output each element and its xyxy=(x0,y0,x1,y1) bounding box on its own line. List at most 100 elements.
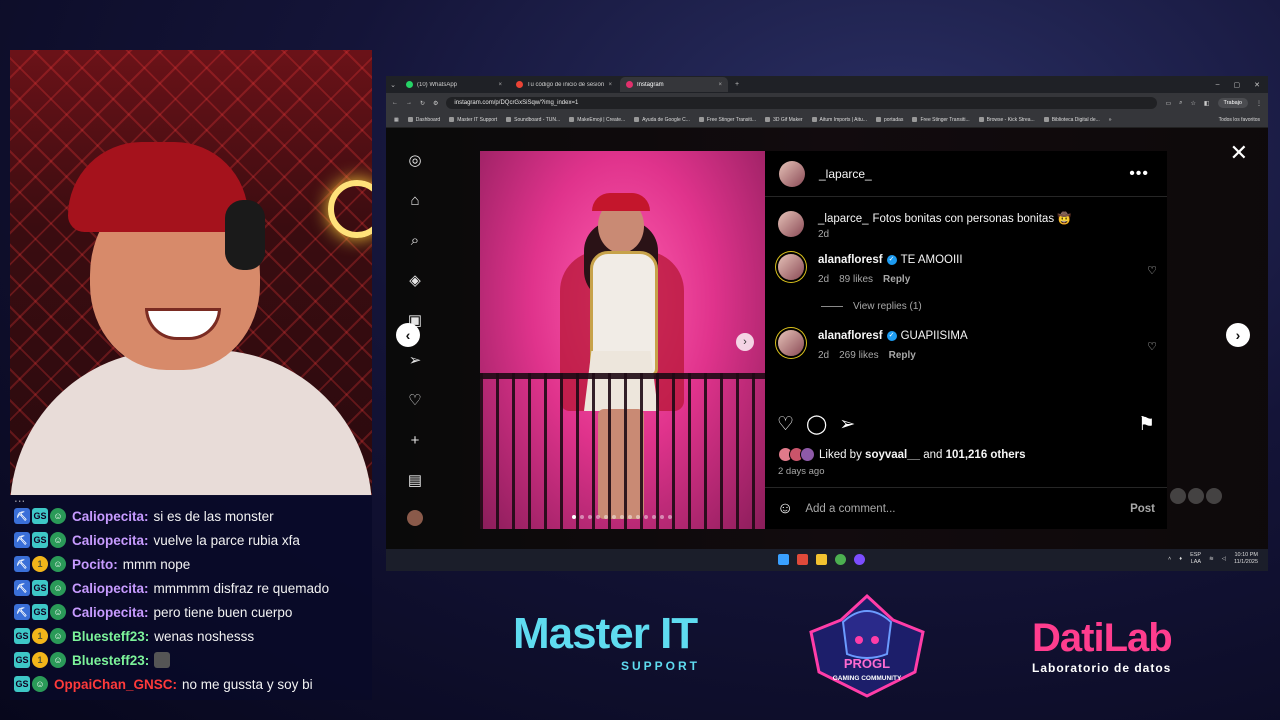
all-bookmarks-button[interactable]: Todos los favoritos xyxy=(1219,117,1260,123)
tab-whatsapp[interactable]: (10) WhatsApp × xyxy=(400,77,508,92)
url-field[interactable]: instagram.com/p/DQcrGxSiSqw/?img_index=1 xyxy=(446,97,1158,109)
bookmark-item[interactable]: portadas xyxy=(875,117,903,123)
chat-text: wenas noshesss xyxy=(154,628,255,644)
next-post-button[interactable]: › xyxy=(1226,323,1250,347)
bookmark-item[interactable]: Biblioteca Digital de... xyxy=(1043,117,1100,123)
bookmark-item[interactable]: 3D Gif Maker xyxy=(765,117,803,123)
liked-by-others[interactable]: 101,216 others xyxy=(946,449,1026,461)
comment-username[interactable]: alanafloresf xyxy=(818,254,883,266)
emoji-icon[interactable]: ☺ xyxy=(777,500,793,518)
minimize-icon[interactable]: – xyxy=(1216,81,1220,89)
commenter-avatar[interactable] xyxy=(778,330,804,356)
site-info-icon[interactable]: ⚙ xyxy=(433,100,438,107)
tab-gmail[interactable]: Tu código de inicio de sesión es × xyxy=(510,77,618,92)
close-icon[interactable]: ✕ xyxy=(1230,140,1248,166)
instagram-logo-icon[interactable]: ◎ xyxy=(405,150,425,170)
wifi-icon[interactable]: ≋ xyxy=(1209,556,1214,562)
previous-post-button[interactable]: ‹ xyxy=(396,323,420,347)
language-indicator[interactable]: ESP LAA xyxy=(1190,552,1201,566)
tab-close-icon[interactable]: × xyxy=(498,82,502,88)
tab-instagram[interactable]: Instagram × xyxy=(620,77,728,92)
network-icon[interactable]: ♦ xyxy=(1179,556,1182,562)
tray-chevron-icon[interactable]: ˄ xyxy=(1168,556,1171,562)
calendar-app-icon[interactable] xyxy=(797,554,808,565)
clock[interactable]: 10:10 PM 11/1/2025 xyxy=(1234,552,1258,566)
create-icon[interactable]: + xyxy=(405,430,425,450)
comment-likes[interactable]: 269 likes xyxy=(839,350,878,361)
more-bookmarks-icon[interactable]: » xyxy=(1109,117,1112,123)
profile-button[interactable]: Trabajo xyxy=(1217,98,1248,108)
post-comment-button[interactable]: Post xyxy=(1130,503,1155,515)
chat-username[interactable]: Caliopecita: xyxy=(72,533,149,548)
cast-icon[interactable]: ▭ xyxy=(1165,100,1171,107)
liked-by-user[interactable]: soyvaal__ xyxy=(865,449,920,461)
bookmark-item[interactable]: Soundboard - TUN... xyxy=(506,117,560,123)
bookmark-star-icon[interactable]: ☆ xyxy=(1190,100,1195,107)
bookmark-item[interactable]: Ayuda de Google C... xyxy=(634,117,690,123)
bookmark-item[interactable]: Free Stinger Transiti... xyxy=(912,117,970,123)
bookmark-item[interactable]: MakeEmoji | Create... xyxy=(569,117,625,123)
window-controls: – ▢ ✕ xyxy=(1216,81,1268,89)
reply-button[interactable]: Reply xyxy=(889,350,916,361)
bookmark-label: 3D Gif Maker xyxy=(773,117,803,123)
tab-close-icon[interactable]: × xyxy=(718,82,722,88)
chat-username[interactable]: OppaiChan_GNSC: xyxy=(54,677,177,692)
profile-avatar[interactable] xyxy=(407,510,423,526)
apps-icon[interactable]: ▦ xyxy=(394,117,399,123)
search-icon[interactable]: ⌕ xyxy=(405,230,425,250)
like-icon[interactable]: ♡ xyxy=(777,413,794,436)
comment-likes[interactable]: 89 likes xyxy=(839,274,873,285)
author-username[interactable]: _laparce_ xyxy=(819,167,872,181)
more-options-icon[interactable]: ••• xyxy=(1129,165,1149,183)
close-window-icon[interactable]: ✕ xyxy=(1254,81,1260,89)
explore-icon[interactable]: ◈ xyxy=(405,270,425,290)
chat-username[interactable]: Bluesteff23: xyxy=(72,653,149,668)
comment-icon[interactable]: ◯ xyxy=(806,413,827,436)
bookmark-item[interactable]: Master IT Support xyxy=(449,117,497,123)
author-avatar[interactable] xyxy=(779,160,805,187)
post-photo[interactable]: › xyxy=(480,151,765,529)
next-image-button[interactable]: › xyxy=(736,333,754,351)
chat-username[interactable]: Caliopecita: xyxy=(72,581,149,596)
tab-close-icon[interactable]: × xyxy=(608,82,612,88)
caption-username[interactable]: _laparce_ xyxy=(818,213,869,225)
app-icon[interactable] xyxy=(854,554,865,565)
home-icon[interactable]: ⌂ xyxy=(405,190,425,210)
messages-icon[interactable]: ➢ xyxy=(405,350,425,370)
back-icon[interactable]: ← xyxy=(392,100,398,106)
bookmark-item[interactable]: Free Stinger Transiti... xyxy=(698,117,756,123)
windows-start-icon[interactable] xyxy=(778,554,789,565)
forward-icon[interactable]: → xyxy=(406,100,412,106)
dashboard-icon[interactable]: ▤ xyxy=(405,470,425,490)
volume-icon[interactable]: ◁ xyxy=(1222,556,1226,562)
caption-avatar[interactable] xyxy=(778,211,804,237)
extensions-icon[interactable]: ◧ xyxy=(1204,100,1210,107)
whatsapp-icon xyxy=(406,81,413,88)
comment-input[interactable]: Add a comment... xyxy=(805,503,1118,515)
bookmark-item[interactable]: Aitum Imports | Aitu... xyxy=(811,117,867,123)
chat-username[interactable]: Caliopecita: xyxy=(72,509,149,524)
view-replies-button[interactable]: View replies (1) xyxy=(765,301,1167,312)
chat-username[interactable]: Pocito: xyxy=(72,557,118,572)
bookmark-item[interactable]: Browse - Kick Strea... xyxy=(978,117,1035,123)
maximize-icon[interactable]: ▢ xyxy=(1234,81,1241,89)
menu-icon[interactable]: ⋮ xyxy=(1256,100,1262,107)
bookmark-item[interactable]: Dashboard xyxy=(407,117,440,123)
commenter-avatar[interactable] xyxy=(778,254,804,280)
chat-username[interactable]: Bluesteff23: xyxy=(72,629,149,644)
like-comment-icon[interactable]: ♡ xyxy=(1147,264,1157,277)
new-tab-button[interactable]: + xyxy=(730,79,744,91)
like-comment-icon[interactable]: ♡ xyxy=(1147,340,1157,353)
chrome-icon[interactable] xyxy=(835,554,846,565)
save-icon[interactable]: ⚑ xyxy=(1138,413,1155,436)
file-explorer-icon[interactable] xyxy=(816,554,827,565)
chat-username[interactable]: Caliopecita: xyxy=(72,605,149,620)
reply-button[interactable]: Reply xyxy=(883,274,910,285)
carousel-dot xyxy=(612,515,616,519)
tab-search-icon[interactable]: ⌄ xyxy=(386,79,400,91)
reload-icon[interactable]: ↻ xyxy=(420,100,425,107)
share-icon[interactable]: ➢ xyxy=(839,413,855,436)
zoom-icon[interactable]: ⌕ xyxy=(1179,100,1182,107)
comment-username[interactable]: alanafloresf xyxy=(818,330,883,342)
notifications-icon[interactable]: ♡ xyxy=(405,390,425,410)
